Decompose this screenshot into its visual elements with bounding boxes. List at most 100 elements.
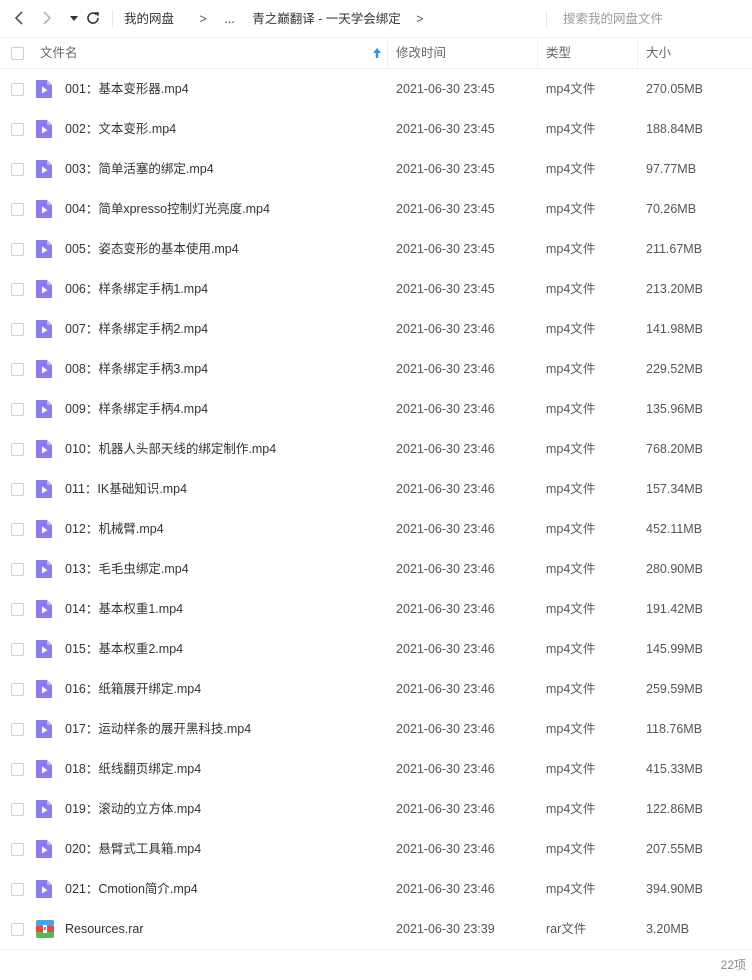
file-name[interactable]: 017：运动样条的展开黑科技.mp4: [65, 709, 251, 749]
breadcrumb-current-folder[interactable]: 青之巅翻译 - 一天学会绑定: [252, 0, 401, 38]
file-row[interactable]: 009：样条绑定手柄4.mp4 2021-06-30 23:46 mp4文件 1…: [0, 389, 752, 429]
row-checkbox[interactable]: [11, 203, 24, 216]
file-name[interactable]: 008：样条绑定手柄3.mp4: [65, 349, 208, 389]
file-name[interactable]: 010：机器人头部天线的绑定制作.mp4: [65, 429, 276, 469]
breadcrumb-root[interactable]: 我的网盘: [124, 0, 174, 38]
file-name[interactable]: 016：纸箱展开绑定.mp4: [65, 669, 201, 709]
file-name[interactable]: 003：简单活塞的绑定.mp4: [65, 149, 214, 189]
file-row[interactable]: 006：样条绑定手柄1.mp4 2021-06-30 23:45 mp4文件 2…: [0, 269, 752, 309]
row-checkbox[interactable]: [11, 843, 24, 856]
row-checkbox[interactable]: [11, 643, 24, 656]
row-checkbox[interactable]: [11, 563, 24, 576]
video-file-icon: [35, 479, 53, 499]
file-name[interactable]: 021：Cmotion简介.mp4: [65, 869, 198, 909]
file-type: mp4文件: [546, 642, 596, 656]
file-row[interactable]: 015：基本权重2.mp4 2021-06-30 23:46 mp4文件 145…: [0, 629, 752, 669]
file-name[interactable]: 002：文本变形.mp4: [65, 109, 176, 149]
file-row[interactable]: 018：纸线翻页绑定.mp4 2021-06-30 23:46 mp4文件 41…: [0, 749, 752, 789]
file-row[interactable]: 008：样条绑定手柄3.mp4 2021-06-30 23:46 mp4文件 2…: [0, 349, 752, 389]
file-type: mp4文件: [546, 402, 596, 416]
row-checkbox[interactable]: [11, 523, 24, 536]
column-divider[interactable]: [537, 38, 538, 68]
file-name[interactable]: 020：悬臂式工具箱.mp4: [65, 829, 201, 869]
file-name[interactable]: 011：IK基础知识.mp4: [65, 469, 187, 509]
row-checkbox[interactable]: [11, 443, 24, 456]
file-row[interactable]: 011：IK基础知识.mp4 2021-06-30 23:46 mp4文件 15…: [0, 469, 752, 509]
file-row[interactable]: 003：简单活塞的绑定.mp4 2021-06-30 23:45 mp4文件 9…: [0, 149, 752, 189]
file-mtime: 2021-06-30 23:46: [396, 562, 495, 576]
file-row[interactable]: 016：纸箱展开绑定.mp4 2021-06-30 23:46 mp4文件 25…: [0, 669, 752, 709]
file-name[interactable]: 018：纸线翻页绑定.mp4: [65, 749, 201, 789]
row-checkbox[interactable]: [11, 83, 24, 96]
file-type: mp4文件: [546, 602, 596, 616]
breadcrumb-ellipsis[interactable]: ...: [224, 0, 234, 38]
forward-button[interactable]: [37, 8, 57, 28]
file-row[interactable]: 005：姿态变形的基本使用.mp4 2021-06-30 23:45 mp4文件…: [0, 229, 752, 269]
file-name[interactable]: 006：样条绑定手柄1.mp4: [65, 269, 208, 309]
file-size: 188.84MB: [646, 122, 703, 136]
column-divider[interactable]: [387, 38, 388, 68]
row-checkbox[interactable]: [11, 763, 24, 776]
caret-down-icon: [70, 16, 78, 21]
file-row[interactable]: Resources.rar 2021-06-30 23:39 rar文件 3.2…: [0, 909, 752, 949]
search-input[interactable]: 搜索我的网盘文件: [563, 0, 663, 38]
file-name[interactable]: 009：样条绑定手柄4.mp4: [65, 389, 208, 429]
file-row[interactable]: 021：Cmotion简介.mp4 2021-06-30 23:46 mp4文件…: [0, 869, 752, 909]
file-row[interactable]: 019：滚动的立方体.mp4 2021-06-30 23:46 mp4文件 12…: [0, 789, 752, 829]
file-size: 191.42MB: [646, 602, 703, 616]
file-name[interactable]: 015：基本权重2.mp4: [65, 629, 183, 669]
row-checkbox[interactable]: [11, 323, 24, 336]
file-row[interactable]: 002：文本变形.mp4 2021-06-30 23:45 mp4文件 188.…: [0, 109, 752, 149]
back-button[interactable]: [9, 8, 29, 28]
history-dropdown-button[interactable]: [64, 8, 84, 28]
row-checkbox[interactable]: [11, 603, 24, 616]
column-header-mtime[interactable]: 修改时间: [396, 38, 446, 68]
column-header-name[interactable]: 文件名: [40, 38, 78, 68]
file-name[interactable]: Resources.rar: [65, 909, 144, 949]
file-row[interactable]: 004：简单xpresso控制灯光亮度.mp4 2021-06-30 23:45…: [0, 189, 752, 229]
video-file-icon: [35, 359, 53, 379]
row-checkbox[interactable]: [11, 363, 24, 376]
file-name[interactable]: 001：基本变形器.mp4: [65, 69, 189, 109]
file-row[interactable]: 014：基本权重1.mp4 2021-06-30 23:46 mp4文件 191…: [0, 589, 752, 629]
file-row[interactable]: 001：基本变形器.mp4 2021-06-30 23:45 mp4文件 270…: [0, 69, 752, 109]
column-header-size[interactable]: 大小: [646, 38, 671, 68]
row-checkbox[interactable]: [11, 163, 24, 176]
file-row[interactable]: 017：运动样条的展开黑科技.mp4 2021-06-30 23:46 mp4文…: [0, 709, 752, 749]
file-row[interactable]: 020：悬臂式工具箱.mp4 2021-06-30 23:46 mp4文件 20…: [0, 829, 752, 869]
file-type: mp4文件: [546, 482, 596, 496]
row-checkbox[interactable]: [11, 803, 24, 816]
file-row[interactable]: 012：机械臂.mp4 2021-06-30 23:46 mp4文件 452.1…: [0, 509, 752, 549]
row-checkbox[interactable]: [11, 683, 24, 696]
video-file-icon: [35, 559, 53, 579]
file-name[interactable]: 005：姿态变形的基本使用.mp4: [65, 229, 239, 269]
file-type: mp4文件: [546, 242, 596, 256]
row-checkbox[interactable]: [11, 283, 24, 296]
file-row[interactable]: 007：样条绑定手柄2.mp4 2021-06-30 23:46 mp4文件 1…: [0, 309, 752, 349]
video-file-icon: [35, 319, 53, 339]
row-checkbox[interactable]: [11, 123, 24, 136]
select-all-checkbox[interactable]: [11, 47, 24, 60]
file-name[interactable]: 013：毛毛虫绑定.mp4: [65, 549, 189, 589]
column-divider[interactable]: [637, 38, 638, 68]
row-checkbox[interactable]: [11, 483, 24, 496]
row-checkbox[interactable]: [11, 243, 24, 256]
file-row[interactable]: 013：毛毛虫绑定.mp4 2021-06-30 23:46 mp4文件 280…: [0, 549, 752, 589]
refresh-button[interactable]: [83, 8, 103, 28]
row-checkbox[interactable]: [11, 403, 24, 416]
sort-ascending-icon[interactable]: [372, 47, 382, 59]
row-checkbox[interactable]: [11, 923, 24, 936]
file-name[interactable]: 004：简单xpresso控制灯光亮度.mp4: [65, 189, 270, 229]
file-size: 213.20MB: [646, 282, 703, 296]
file-size: 97.77MB: [646, 162, 697, 176]
file-name[interactable]: 007：样条绑定手柄2.mp4: [65, 309, 208, 349]
file-name[interactable]: 014：基本权重1.mp4: [65, 589, 183, 629]
row-checkbox[interactable]: [11, 723, 24, 736]
row-checkbox[interactable]: [11, 883, 24, 896]
file-type: mp4文件: [546, 562, 596, 576]
file-name[interactable]: 012：机械臂.mp4: [65, 509, 164, 549]
file-name[interactable]: 019：滚动的立方体.mp4: [65, 789, 201, 829]
status-bar: 22项: [0, 949, 752, 980]
column-header-type[interactable]: 类型: [546, 38, 571, 68]
file-row[interactable]: 010：机器人头部天线的绑定制作.mp4 2021-06-30 23:46 mp…: [0, 429, 752, 469]
